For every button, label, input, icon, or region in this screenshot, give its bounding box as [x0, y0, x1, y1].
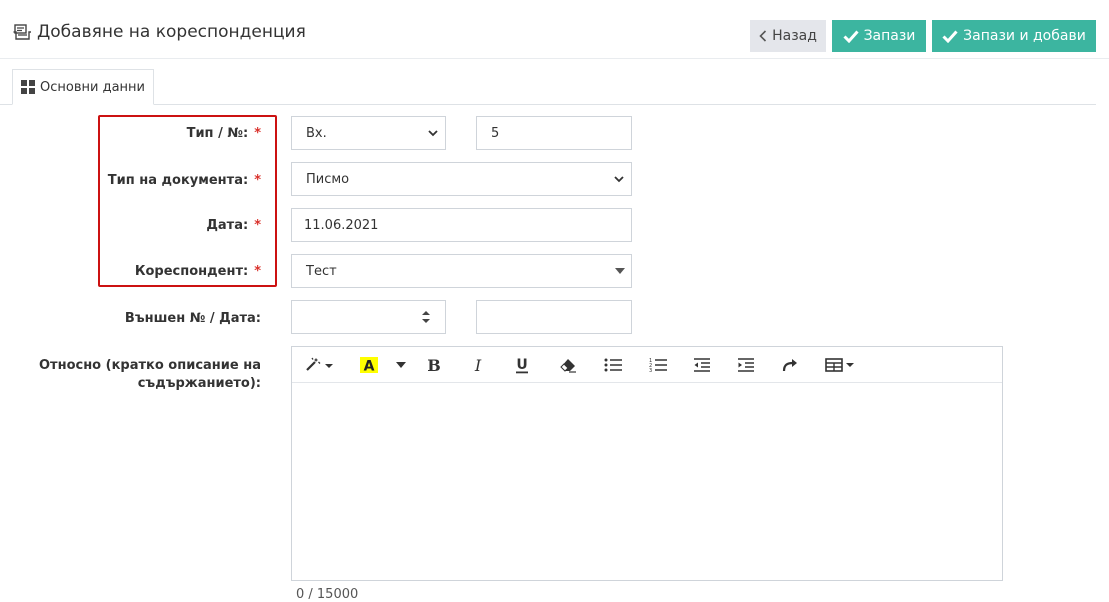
subject-label: Относно (кратко описание на съдържанието…: [20, 357, 261, 393]
chevron-down-icon: [613, 173, 625, 185]
table-icon[interactable]: [824, 353, 858, 377]
highlight-color-icon[interactable]: A: [356, 353, 382, 377]
external-number-input[interactable]: [291, 300, 446, 334]
save-button-label: Запази: [863, 28, 916, 44]
tab-main-data[interactable]: Основни данни: [12, 69, 154, 105]
type-number-label-text: Тип / №:: [186, 126, 249, 141]
page-title: Добавяне на кореспонденция: [12, 22, 306, 42]
inbox-icon: [12, 22, 32, 42]
save-and-add-button[interactable]: Запази и добави: [932, 20, 1096, 52]
external-label: Външен № / Дата:: [100, 311, 261, 326]
check-icon: [942, 29, 958, 43]
chevron-down-icon: [427, 127, 439, 139]
required-marker: *: [254, 126, 261, 141]
save-button[interactable]: Запази: [832, 20, 926, 52]
subject-label-line1: Относно (кратко описание на: [39, 358, 261, 373]
correspondent-label: Кореспондент: *: [100, 264, 261, 279]
required-marker: *: [254, 218, 261, 233]
underline-icon[interactable]: U: [514, 353, 530, 377]
redo-icon[interactable]: [781, 353, 799, 377]
grid-icon: [21, 80, 35, 94]
page-title-text: Добавяне на кореспонденция: [37, 22, 306, 42]
number-input[interactable]: 5: [476, 116, 632, 150]
rich-text-editor: A B I U 123: [291, 346, 1003, 581]
check-icon: [843, 29, 859, 43]
correspondent-value: Тест: [306, 263, 337, 279]
subject-label-line2: съдържанието):: [137, 376, 261, 391]
required-marker: *: [254, 173, 261, 188]
chevron-left-icon: [759, 30, 767, 42]
italic-icon[interactable]: I: [470, 353, 486, 377]
document-type-select[interactable]: Писмо: [291, 162, 632, 196]
type-number-label: Тип / №: *: [100, 126, 261, 141]
date-label-text: Дата:: [206, 218, 249, 233]
type-select[interactable]: Вх.: [291, 116, 446, 150]
correspondent-label-text: Кореспондент:: [134, 264, 249, 279]
editor-content-area[interactable]: [292, 384, 1002, 580]
date-label: Дата: *: [100, 218, 261, 233]
number-input-value: 5: [491, 125, 500, 141]
correspondent-select[interactable]: Тест: [291, 254, 632, 288]
svg-text:I: I: [474, 357, 482, 373]
ordered-list-icon[interactable]: 123: [649, 353, 667, 377]
external-label-text: Външен № / Дата:: [124, 311, 261, 326]
tab-label: Основни данни: [40, 79, 145, 95]
svg-text:3: 3: [649, 368, 652, 373]
back-button[interactable]: Назад: [750, 20, 826, 52]
document-type-value: Писмо: [306, 171, 350, 187]
document-type-label-text: Тип на документа:: [107, 173, 249, 188]
caret-down-icon: [615, 268, 625, 274]
eraser-icon[interactable]: [559, 353, 577, 377]
editor-toolbar: A B I U 123: [292, 347, 1002, 383]
svg-text:U: U: [516, 357, 527, 373]
save-and-add-button-label: Запази и добави: [963, 28, 1086, 44]
back-button-label: Назад: [772, 28, 817, 44]
date-input[interactable]: 11.06.2021: [291, 208, 632, 242]
magic-wand-icon[interactable]: [302, 353, 336, 377]
external-date-input[interactable]: [476, 300, 632, 334]
character-counter: 0 / 15000: [296, 587, 359, 602]
unordered-list-icon[interactable]: [604, 353, 622, 377]
svg-text:A: A: [364, 359, 375, 375]
outdent-icon[interactable]: [693, 353, 711, 377]
bold-icon[interactable]: B: [426, 353, 442, 377]
spinner-icon[interactable]: [421, 309, 431, 325]
caret-down-icon[interactable]: [394, 353, 408, 377]
tabs-divider: [0, 104, 1096, 105]
svg-text:B: B: [427, 357, 441, 373]
document-type-label: Тип на документа: *: [100, 173, 261, 188]
page-header: Добавяне на кореспонденция Назад Запази …: [0, 0, 1109, 59]
indent-icon[interactable]: [737, 353, 755, 377]
type-select-value: Вх.: [306, 125, 327, 141]
date-input-value: 11.06.2021: [304, 217, 379, 233]
required-marker: *: [254, 264, 261, 279]
